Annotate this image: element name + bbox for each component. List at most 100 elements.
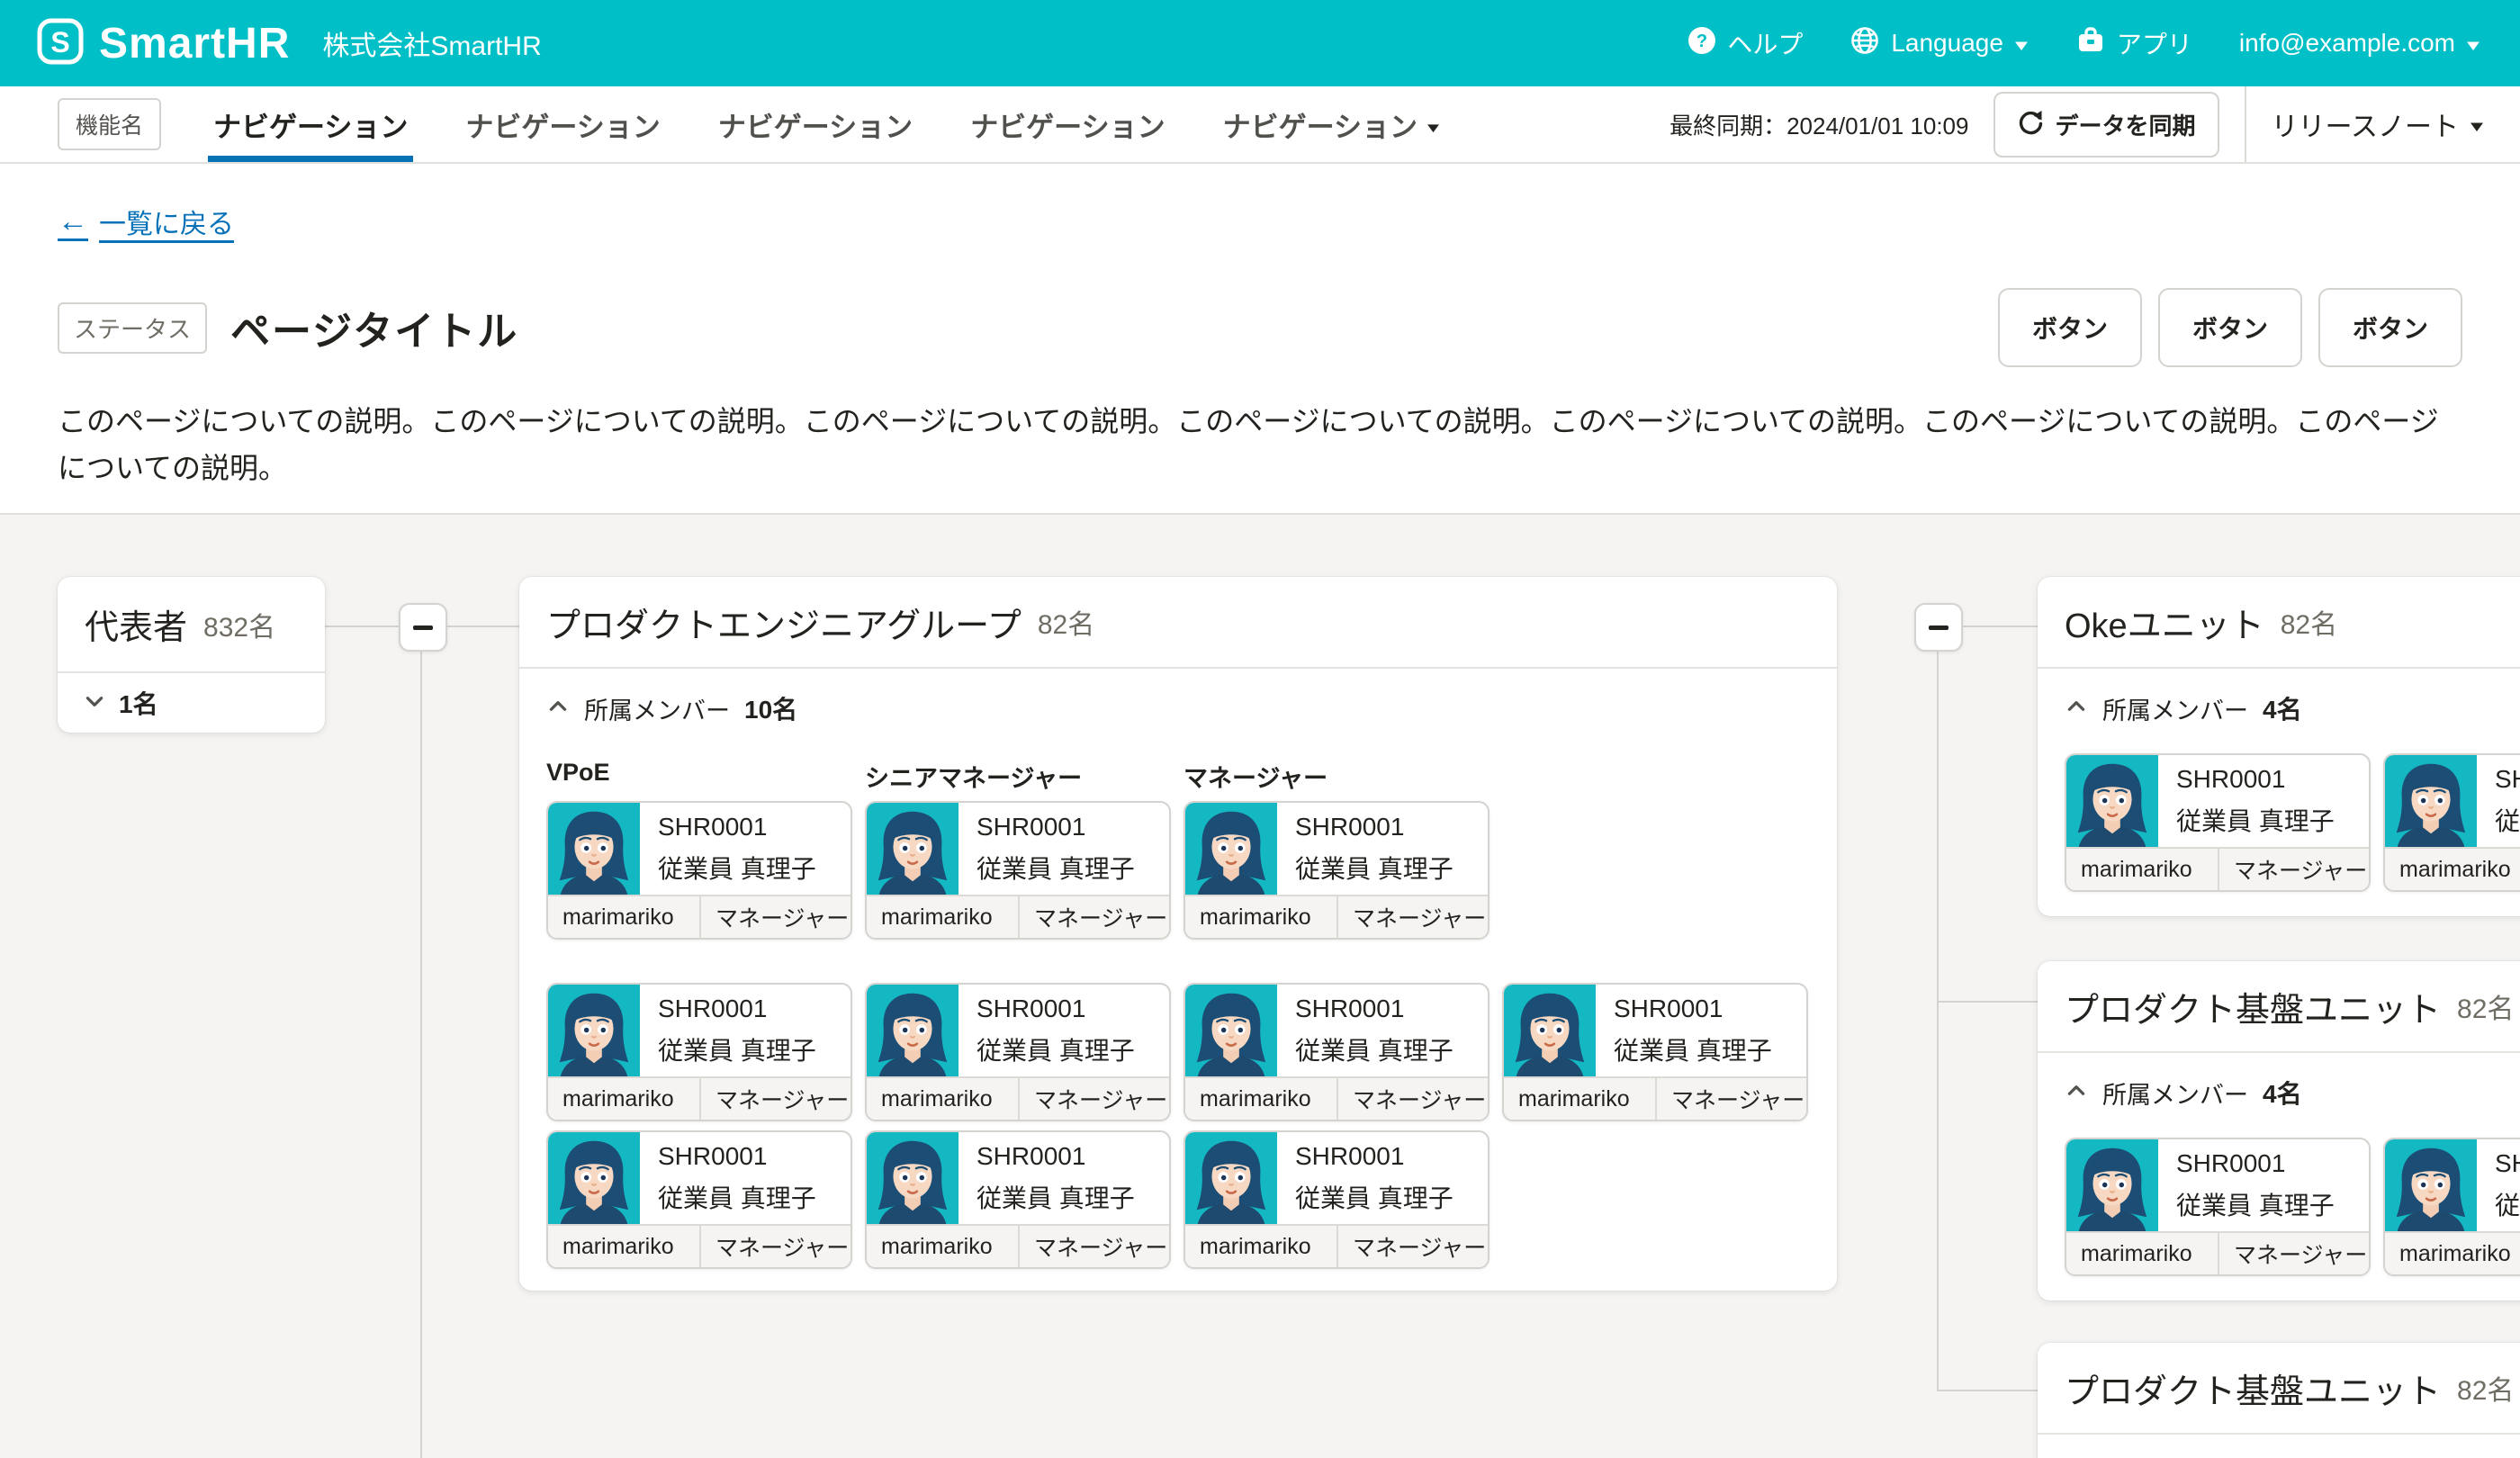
collapse-minus-button[interactable]	[399, 603, 447, 652]
svg-text:?: ?	[1696, 32, 1707, 51]
org-node-root[interactable]: 代表者 832名 1名	[58, 577, 325, 733]
employee-name: 従業員 真理子	[1295, 1031, 1454, 1067]
release-notes-menu[interactable]: リリースノート	[2272, 104, 2485, 144]
employee-card[interactable]: SHR0001 従業員 真理子 marimariko マネージャー	[546, 1130, 852, 1269]
employee-card[interactable]: SHR0001 従業員 真理子 marimariko マネージャー	[546, 801, 852, 940]
role-headers: VPoE シニアマネージャー マネージャー	[546, 759, 1810, 794]
employee-card-top: SHR0001 従業員 真理子	[1185, 985, 1488, 1076]
members-label: 所属メンバー	[2102, 691, 2248, 726]
employee-card[interactable]: SHR0001 従業員 真理子 marimariko マネージャー	[1184, 983, 1490, 1121]
employee-code: SHR0001	[658, 1142, 816, 1171]
employee-username: marimariko	[1185, 1078, 1338, 1120]
employee-card[interactable]: SHR0001 従業員 真理子 marimariko マネージャー	[865, 983, 1171, 1121]
org-node-count: 82名	[2281, 602, 2337, 642]
employee-card[interactable]: SHR0001 従業員 真理子 marimariko マネージャー	[865, 1130, 1171, 1269]
avatar	[1185, 985, 1277, 1076]
employee-name: 従業員 真理子	[2176, 802, 2335, 838]
org-chart-canvas: 代表者 832名 1名 プロダクトエンジニアグループ 82名	[0, 513, 2520, 1458]
company-name: 株式会社SmartHR	[322, 23, 541, 63]
members-label: 所属メンバー	[2102, 1076, 2248, 1111]
connector-line	[1963, 626, 2038, 627]
nav-tab-5-label: ナビゲーション	[1223, 104, 1418, 145]
members-collapse-toggle[interactable]: 所属メンバー 10名	[546, 690, 1810, 726]
help-menu[interactable]: ? ヘルプ	[1688, 25, 1803, 61]
app-navi: 機能名 ナビゲーション ナビゲーション ナビゲーション ナビゲーション ナビゲー…	[0, 86, 2520, 164]
account-menu[interactable]: info@example.com	[2239, 29, 2480, 58]
employee-role: マネージャー	[1657, 1078, 1806, 1120]
employee-card-top: SHR0001 従業員 真理子	[1504, 985, 1806, 1076]
employee-card-footer: marimariko マネージャー	[2066, 847, 2369, 890]
nav-tab-1[interactable]: ナビゲーション	[213, 86, 408, 162]
avatar	[867, 1132, 958, 1224]
apps-menu[interactable]: アプリ	[2075, 25, 2192, 62]
nav-tab-5[interactable]: ナビゲーション	[1223, 86, 1440, 162]
employee-code: SHR0001	[658, 994, 816, 1023]
nav-tab-4[interactable]: ナビゲーション	[970, 86, 1165, 162]
members-collapse-toggle[interactable]: 所属メンバー 4名	[2065, 1075, 2520, 1111]
page-action-button-2[interactable]: ボタン	[2158, 288, 2302, 367]
members-count: 4名	[2263, 1075, 2302, 1111]
feature-name-badge[interactable]: 機能名	[58, 98, 161, 150]
org-node-unit-2: プロダクト基盤ユニット 82名 所属メンバー 4名	[2038, 961, 2520, 1300]
employee-card[interactable]: SHR0001 従業員 真理子 marimariko マネージャー	[1502, 983, 1808, 1121]
employee-card[interactable]: SHR0001 従業員 真理子 marimariko マネージャー	[865, 801, 1171, 940]
connector-line	[1939, 1001, 2038, 1003]
employee-card[interactable]: SHR0001 従業員 真理子 marimariko マネージャー	[2383, 1138, 2520, 1276]
employee-card[interactable]: SHR0001 従業員 真理子 marimariko マネージャー	[2065, 753, 2371, 892]
help-label: ヘルプ	[1727, 25, 1803, 61]
apps-briefcase-icon	[2075, 25, 2106, 62]
chevron-down-icon	[83, 689, 106, 717]
avatar	[2385, 1139, 2477, 1231]
org-node-count: 82名	[2457, 986, 2514, 1026]
back-to-list-link[interactable]: ← 一覧に戻る	[58, 202, 234, 241]
collapse-minus-button[interactable]	[1914, 603, 1963, 652]
employee-card[interactable]: SHR0001 従業員 真理子 marimariko マネージャー	[1184, 1130, 1490, 1269]
employee-card[interactable]: SHR0001 従業員 真理子 marimariko マネージャー	[2065, 1138, 2371, 1276]
root-expand-count: 1名	[119, 685, 158, 721]
avatar	[2385, 755, 2477, 847]
employee-card-top: SHR0001 従業員 真理子	[548, 803, 850, 895]
employee-username: marimariko	[2385, 1233, 2520, 1274]
employee-username: marimariko	[2385, 849, 2520, 890]
employee-card-top: SHR0001 従業員 真理子	[867, 1132, 1169, 1224]
member-row: SHR0001 従業員 真理子 marimariko マネージャー	[2065, 753, 2520, 892]
employee-card-top: SHR0001 従業員 真理子	[2385, 755, 2520, 847]
employee-card[interactable]: SHR0001 従業員 真理子 marimariko マネージャー	[1184, 801, 1490, 940]
employee-card-footer: marimariko マネージャー	[1185, 895, 1488, 938]
employee-card-footer: marimariko マネージャー	[548, 1076, 850, 1120]
employee-card-footer: marimariko マネージャー	[867, 1076, 1169, 1120]
employee-role: マネージャー	[1020, 896, 1169, 938]
employee-username: marimariko	[867, 1078, 1020, 1120]
members-count: 10名	[744, 690, 797, 726]
smarthr-logo-icon: S	[36, 17, 85, 70]
page-action-button-1[interactable]: ボタン	[1998, 288, 2142, 367]
employee-name: 従業員 真理子	[658, 1031, 816, 1067]
employee-code: SHR0001	[1614, 994, 1772, 1023]
page-action-button-3[interactable]: ボタン	[2318, 288, 2462, 367]
connector-line	[1937, 1390, 2038, 1391]
language-menu[interactable]: Language	[1850, 25, 2029, 62]
chevron-up-icon	[2065, 695, 2088, 723]
employee-card[interactable]: SHR0001 従業員 真理子 marimariko マネージャー	[546, 983, 852, 1121]
caret-down-icon	[2466, 29, 2480, 58]
role-label: シニアマネージャー	[865, 759, 1171, 794]
employee-name: 従業員 真理子	[1614, 1031, 1772, 1067]
employee-card-top: SHR0001 従業員 真理子	[867, 803, 1169, 895]
employee-card-top: SHR0001 従業員 真理子	[2066, 1139, 2369, 1231]
chevron-up-icon	[546, 695, 570, 723]
employee-name: 従業員 真理子	[658, 1179, 816, 1215]
employee-username: marimariko	[867, 1226, 1020, 1267]
employee-card-top: SHR0001 従業員 真理子	[548, 985, 850, 1076]
sync-data-button[interactable]: データを同期	[1994, 92, 2218, 158]
root-expand-toggle[interactable]: 1名	[58, 673, 325, 733]
employee-name: 従業員 真理子	[976, 850, 1135, 886]
smarthr-logo[interactable]: S SmartHR	[36, 17, 290, 70]
employee-code: SHR0001	[2495, 1149, 2520, 1178]
members-collapse-toggle[interactable]: 所属メンバー 4名	[2065, 690, 2520, 726]
employee-card[interactable]: SHR0001 従業員 真理子 marimariko マネージャー	[2383, 753, 2520, 892]
member-grid: SHR0001 従業員 真理子 marimariko マネージャー	[546, 983, 1810, 1269]
nav-tab-3[interactable]: ナビゲーション	[718, 86, 913, 162]
nav-tab-2[interactable]: ナビゲーション	[465, 86, 660, 162]
globe-icon	[1850, 25, 1880, 62]
app-header: S SmartHR 株式会社SmartHR ? ヘルプ	[0, 0, 2520, 86]
